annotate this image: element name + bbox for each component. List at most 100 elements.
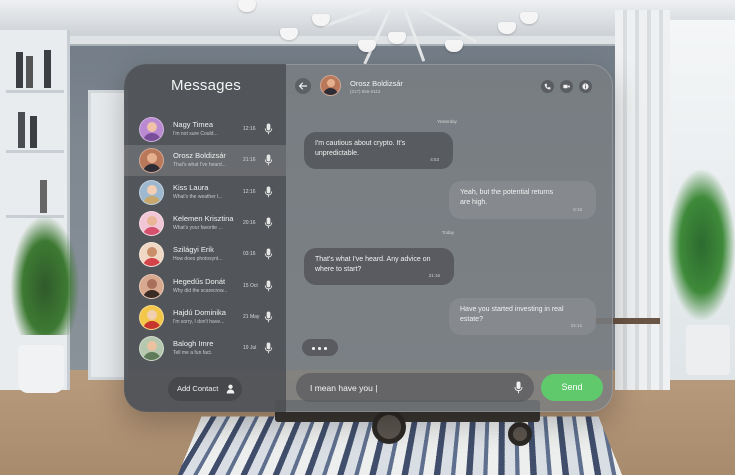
curtain — [615, 10, 670, 390]
avatar — [139, 117, 164, 142]
avatar — [139, 148, 164, 174]
contact-preview: Tell me a fun fact. — [173, 350, 213, 357]
chat-pane: Orosz Boldizsár (217) 555-0113 Yesterday… — [286, 64, 613, 412]
contact-preview: I'm not sure Could... — [173, 131, 218, 137]
contact-item[interactable]: Balogh Imre Tell me a fun fact. 19 Jul — [124, 333, 286, 364]
typing-dot — [312, 347, 315, 350]
contact-preview: What's your favorite ... — [173, 224, 223, 231]
avatar — [139, 210, 164, 236]
contact-name: Orosz Boldizsár — [173, 151, 226, 161]
phone-icon — [544, 83, 551, 90]
avatar — [139, 242, 164, 268]
contact-item[interactable]: Nagy Timea I'm not sure Could... 12:16 — [124, 114, 286, 145]
day-separator-today: Today — [442, 230, 455, 235]
message-time: 4:53 — [430, 156, 439, 162]
typing-dot — [324, 347, 327, 350]
contact-time: 12:16 — [243, 188, 256, 195]
typing-indicator — [302, 339, 338, 356]
messages-window: Messages Nagy Timea I'm not sure Could...… — [124, 64, 613, 412]
microphone-icon[interactable] — [264, 154, 273, 166]
microphone-icon[interactable] — [264, 186, 273, 198]
avatar — [139, 304, 164, 330]
message-bubble-outgoing: Yeah, but the potential returns are high… — [449, 181, 596, 219]
microphone-icon[interactable] — [264, 311, 273, 323]
doorway — [88, 90, 128, 380]
contact-item[interactable]: Szilágyi Erik How does photosynt... 03:16 — [124, 239, 286, 270]
contact-time: 21 May — [243, 313, 260, 320]
message-time: 21:16 — [428, 272, 440, 278]
video-camera-icon — [563, 84, 570, 89]
contact-time: 19 Jul — [243, 345, 257, 352]
chandelier — [230, 0, 550, 65]
contact-name: Kelemen Krisztina — [173, 213, 234, 223]
plant-right — [668, 170, 735, 320]
contact-preview: That's what I've heard... — [173, 162, 226, 169]
chat-contact-phone: (217) 555-0113 — [350, 89, 381, 94]
cart-wheel — [508, 422, 532, 446]
contact-name: Nagy Timea — [173, 120, 214, 129]
contact-item[interactable]: Kiss Laura What's the weather l... 12:16 — [124, 177, 286, 208]
microphone-icon[interactable] — [514, 381, 523, 394]
message-bubble-outgoing: Have you started investing in real estat… — [449, 298, 596, 335]
contact-name: Hegedűs Donát — [173, 276, 226, 286]
contact-name: Balogh Imre — [173, 339, 214, 349]
add-contact-label: Add Contact — [177, 384, 219, 393]
day-separator-yesterday: Yesterday — [437, 119, 457, 124]
send-button[interactable]: Send — [541, 374, 603, 401]
typing-dot — [318, 347, 321, 350]
plant-pot-right — [686, 325, 730, 375]
chat-contact-name: Orosz Boldizsár — [350, 79, 403, 88]
message-text: Have you started investing in real estat… — [460, 306, 564, 323]
sidebar-title: Messages — [171, 77, 241, 94]
microphone-icon[interactable] — [264, 342, 273, 354]
contact-item[interactable]: Kelemen Krisztina What's your favorite ..… — [124, 208, 286, 239]
message-text: I'm cautious about crypto. It's unpredic… — [315, 140, 406, 157]
contact-time: 03:16 — [243, 251, 256, 258]
contact-time: 20:16 — [243, 219, 256, 226]
message-composer — [296, 373, 534, 402]
bookshelf — [0, 30, 70, 390]
sidebar: Messages Nagy Timea I'm not sure Could...… — [124, 64, 286, 412]
contact-time: 12:16 — [243, 126, 256, 132]
send-button-label: Send — [561, 382, 583, 392]
microphone-icon[interactable] — [264, 248, 273, 260]
message-bubble-incoming: That's what I've heard. Any advice on wh… — [304, 248, 454, 285]
contact-name: Szilágyi Erik — [173, 245, 214, 255]
message-time: 22:12 — [570, 322, 582, 328]
video-call-button[interactable] — [560, 80, 573, 93]
info-button[interactable] — [579, 80, 592, 93]
avatar — [139, 336, 164, 362]
contact-preview: I'm sorry, I don't have... — [173, 318, 225, 325]
microphone-icon[interactable] — [264, 279, 273, 292]
chat-avatar — [320, 75, 341, 96]
arrow-left-icon — [298, 82, 308, 90]
contact-name: Hajdú Dominika — [173, 307, 226, 317]
contact-preview: Why did the scarecrow... — [173, 287, 228, 294]
call-button[interactable] — [541, 80, 554, 93]
contact-preview: What's the weather l... — [173, 193, 223, 200]
avatar — [139, 273, 164, 299]
back-button[interactable] — [295, 78, 311, 94]
message-text: Yeah, but the potential returns are high… — [460, 189, 554, 206]
chat-header: Orosz Boldizsár (217) 555-0113 — [286, 64, 613, 108]
contact-item[interactable]: Orosz Boldizsár That's what I've heard...… — [124, 145, 286, 177]
plant-pot-left — [18, 345, 64, 393]
contact-item[interactable]: Hegedűs Donát Why did the scarecrow... 15 … — [124, 271, 286, 302]
person-icon — [226, 384, 235, 394]
message-bubble-incoming: I'm cautious about crypto. It's unpredic… — [304, 132, 453, 169]
contact-item[interactable]: Hajdú Dominika I'm sorry, I don't have...… — [124, 302, 286, 333]
contact-preview: How does photosynt... — [173, 256, 223, 263]
cart-wheel — [372, 410, 406, 444]
message-text: That's what I've heard. Any advice on wh… — [315, 256, 431, 273]
microphone-icon[interactable] — [264, 217, 273, 229]
message-time: 6:16 — [573, 206, 582, 212]
microphone-icon[interactable] — [264, 123, 273, 135]
plant-left — [10, 215, 80, 335]
avatar — [139, 179, 164, 205]
contact-time: 21:16 — [243, 157, 256, 164]
message-input[interactable] — [310, 381, 500, 394]
contact-time: 15 Oct — [243, 282, 258, 289]
contact-name: Kiss Laura — [173, 182, 209, 192]
info-icon — [582, 83, 589, 90]
add-contact-button[interactable]: Add Contact — [168, 377, 242, 401]
